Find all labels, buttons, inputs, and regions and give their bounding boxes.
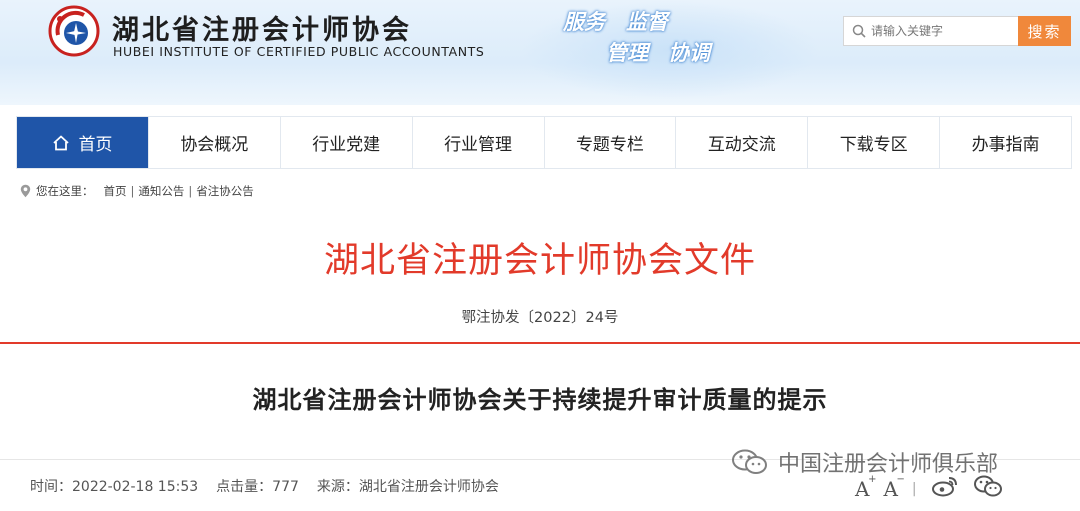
article-source: 来源：湖北省注册会计师协会 bbox=[316, 479, 499, 495]
weibo-icon[interactable] bbox=[931, 475, 959, 502]
nav-item-service-guide[interactable]: 办事指南 bbox=[940, 117, 1071, 168]
nav-item-industry-management[interactable]: 行业管理 bbox=[413, 117, 545, 168]
main-nav: 首页 协会概况 行业党建 行业管理 专题专栏 互动交流 下载专区 办事指南 bbox=[16, 116, 1072, 169]
nav-item-interaction[interactable]: 互动交流 bbox=[676, 117, 809, 168]
nav-item-special-topics[interactable]: 专题专栏 bbox=[545, 117, 677, 168]
breadcrumb-institute-notices[interactable]: 省注协公告 bbox=[196, 183, 254, 199]
home-icon bbox=[52, 134, 70, 152]
location-pin-icon bbox=[20, 184, 31, 198]
slogan-manage: 管理 bbox=[606, 41, 648, 65]
wechat-share-icon[interactable] bbox=[973, 474, 1003, 503]
publish-time: 时间：2022-02-18 15:53 bbox=[30, 479, 199, 495]
search-box bbox=[843, 16, 1018, 46]
breadcrumb-home[interactable]: 首页 bbox=[104, 183, 127, 199]
site-header: 湖北省注册会计师协会 HUBEI INSTITUTE OF CERTIFIED … bbox=[0, 0, 1080, 105]
nav-item-about[interactable]: 协会概况 bbox=[149, 117, 281, 168]
article-title: 湖北省注册会计师协会关于持续提升审计质量的提示 bbox=[252, 386, 828, 414]
site-name-cn: 湖北省注册会计师协会 bbox=[112, 15, 412, 46]
nav-item-home[interactable]: 首页 bbox=[17, 117, 149, 168]
slogan-supervise: 监督 bbox=[626, 10, 668, 34]
view-count: 点击量：777 bbox=[216, 479, 299, 495]
breadcrumb-notices[interactable]: 通知公告 bbox=[138, 183, 184, 199]
slogan-service: 服务 bbox=[563, 10, 605, 34]
tools-separator: | bbox=[911, 480, 917, 497]
wechat-icon bbox=[730, 447, 770, 477]
document-red-line bbox=[0, 342, 1080, 344]
breadcrumb: 您在这里： 首页 | 通知公告 | 省注协公告 bbox=[20, 182, 254, 200]
slogan-coordinate: 协调 bbox=[668, 41, 710, 65]
article-tools: A + A − | bbox=[855, 474, 1003, 503]
font-increase-button[interactable]: A + bbox=[855, 474, 876, 501]
nav-item-downloads[interactable]: 下载专区 bbox=[808, 117, 941, 168]
site-name-en: HUBEI INSTITUTE OF CERTIFIED PUBLIC ACCO… bbox=[113, 44, 485, 59]
document-number: 鄂注协发〔2022〕24号 bbox=[461, 310, 619, 326]
breadcrumb-separator: | bbox=[188, 184, 193, 198]
breadcrumb-separator: | bbox=[130, 184, 135, 198]
nav-item-party-building[interactable]: 行业党建 bbox=[281, 117, 413, 168]
font-decrease-button[interactable]: A − bbox=[883, 474, 904, 501]
article-meta: 时间：2022-02-18 15:53 点击量：777 来源：湖北省注册会计师协… bbox=[30, 476, 499, 496]
search-input[interactable] bbox=[871, 24, 1011, 38]
document-header: 湖北省注册会计师协会文件 bbox=[323, 241, 756, 281]
site-logo[interactable] bbox=[48, 5, 100, 57]
search-button[interactable]: 搜索 bbox=[1018, 16, 1071, 46]
nav-label: 首页 bbox=[78, 135, 113, 155]
breadcrumb-prefix: 您在这里： bbox=[36, 184, 94, 198]
search-icon bbox=[852, 24, 866, 38]
